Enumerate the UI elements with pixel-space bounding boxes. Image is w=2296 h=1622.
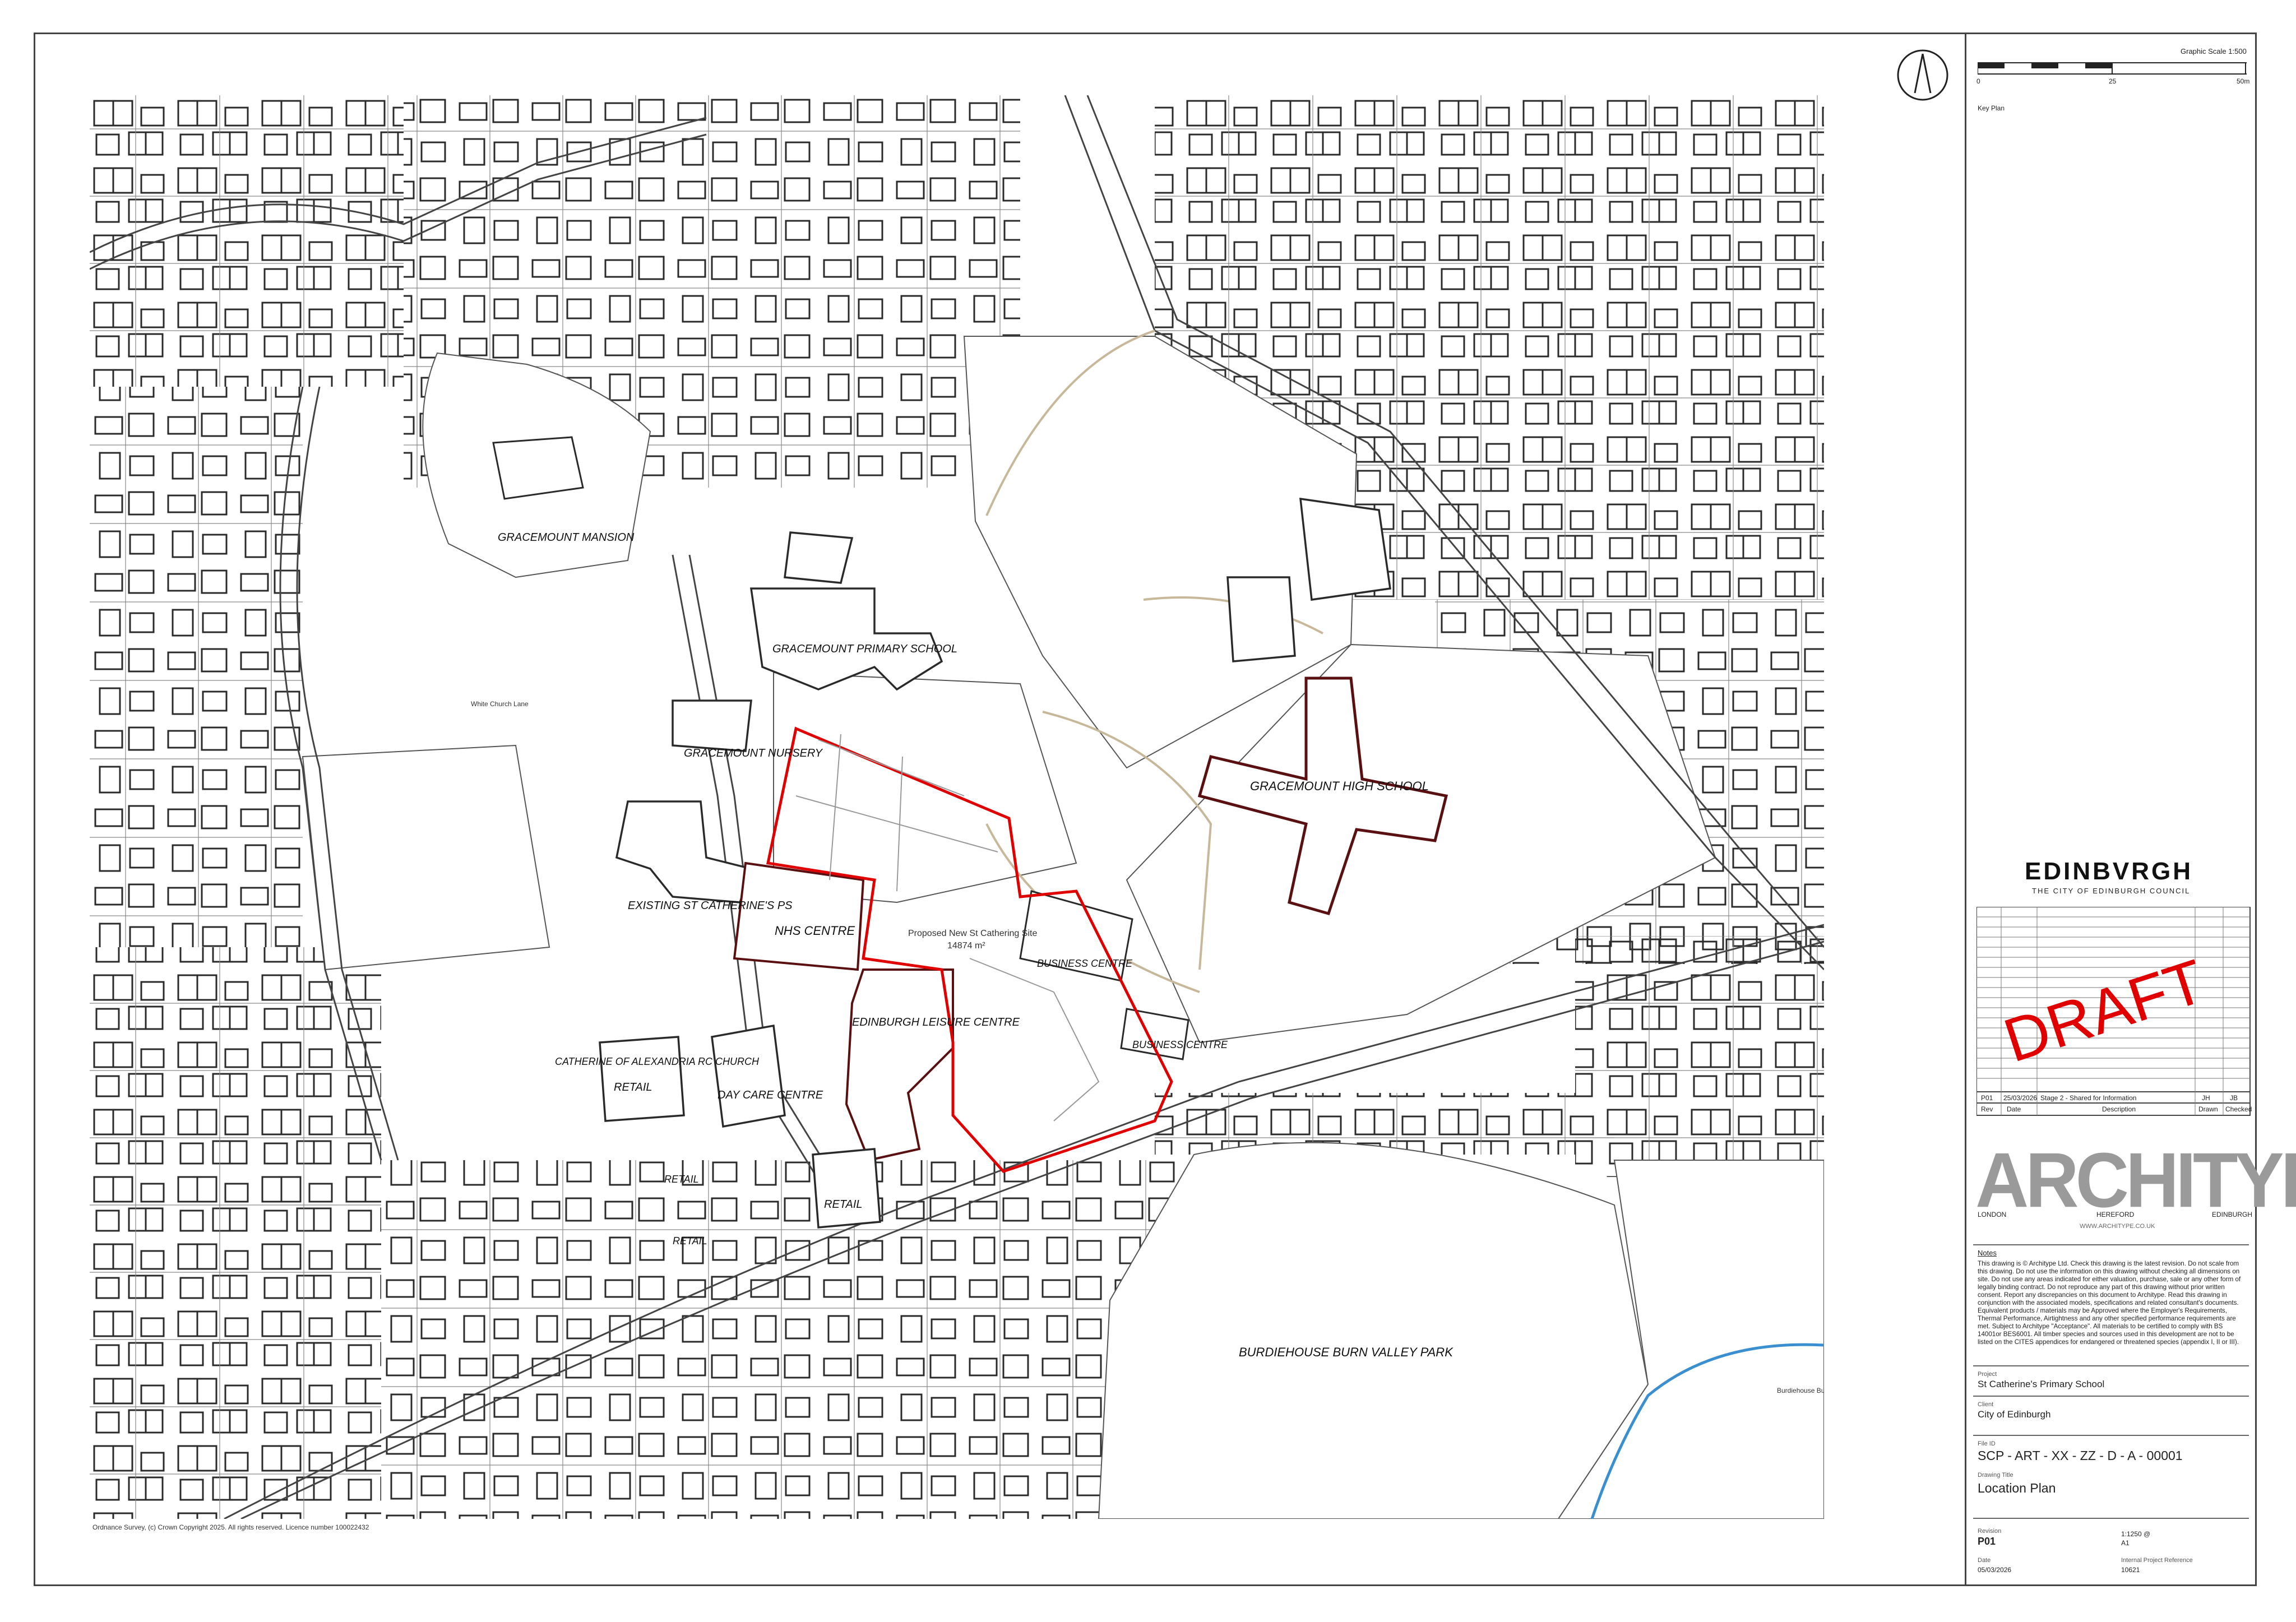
label-gracemount-high: GRACEMOUNT HIGH SCHOOL bbox=[1250, 779, 1429, 793]
date-caption: Date bbox=[1978, 1557, 1991, 1564]
divider bbox=[1973, 1518, 2249, 1519]
project-name: St Catherine's Primary School bbox=[1978, 1379, 2105, 1389]
north-arrow-icon bbox=[1895, 47, 1951, 106]
internal-ref-value: 10621 bbox=[2121, 1566, 2140, 1574]
notes-body: This drawing is © Architype Ltd. Check t… bbox=[1978, 1260, 2241, 1346]
architype-city-edinburgh: EDINBURGH bbox=[2212, 1211, 2253, 1218]
revision-row-date: 25/03/2026 bbox=[2003, 1094, 2038, 1102]
scale-tick-50: 50m bbox=[2237, 77, 2250, 85]
label-church: CATHERINE OF ALEXANDRIA RC CHURCH bbox=[555, 1056, 760, 1067]
internal-ref-caption: Internal Project Reference bbox=[2121, 1557, 2193, 1564]
scale-tick-25: 25 bbox=[2109, 77, 2117, 85]
nhs-centre-building bbox=[733, 861, 865, 971]
label-retail: RETAIL bbox=[673, 1235, 707, 1246]
label-gracemount-primary: GRACEMOUNT PRIMARY SCHOOL bbox=[772, 643, 957, 655]
architype-url: WWW.ARCHITYPE.CO.UK bbox=[2080, 1223, 2155, 1230]
copyright-notice: Ordnance Survey, (c) Crown Copyright 202… bbox=[92, 1523, 369, 1531]
revision-row-description: Stage 2 - Shared for Information bbox=[2040, 1094, 2137, 1102]
edinburgh-logo-subtitle: THE CITY OF EDINBURGH COUNCIL bbox=[2032, 887, 2191, 895]
label-day-care: DAY CARE CENTRE bbox=[718, 1089, 823, 1101]
revision-row-drawn: JH bbox=[2202, 1094, 2210, 1102]
label-retail: RETAIL bbox=[824, 1198, 863, 1211]
notes-title: Notes bbox=[1978, 1249, 1997, 1257]
graphic-scale-bar bbox=[1978, 62, 2247, 75]
client-name: City of Edinburgh bbox=[1978, 1409, 2051, 1420]
location-map: GRACEMOUNT MANSION GRACEMOUNT PRIMARY SC… bbox=[90, 95, 1824, 1519]
open-space-west bbox=[302, 744, 550, 971]
gracemount-primary-building bbox=[749, 531, 943, 691]
label-business-centre: BUSINESS CENTRE bbox=[1132, 1039, 1228, 1050]
label-gracemount-nursery: GRACEMOUNT NURSERY bbox=[684, 747, 823, 759]
label-existing-st-catherines: EXISTING ST CATHERINE'S PS bbox=[628, 900, 793, 912]
revision-row-checked: JB bbox=[2230, 1094, 2238, 1102]
leisure-centre-building bbox=[845, 968, 954, 1162]
revision-row-rev: P01 bbox=[1981, 1094, 1993, 1102]
label-white-church-lane: White Church Lane bbox=[471, 700, 529, 708]
file-id-caption: File ID bbox=[1978, 1440, 1996, 1447]
divider bbox=[1973, 1396, 2249, 1397]
label-burdiehouse-park: BURDIEHOUSE BURN VALLEY PARK bbox=[1239, 1345, 1453, 1359]
revision-header-date: Date bbox=[2007, 1105, 2021, 1113]
revision-value: P01 bbox=[1978, 1536, 1996, 1547]
label-retail: RETAIL bbox=[664, 1174, 699, 1185]
school-campus-area bbox=[773, 671, 1077, 903]
drawing-title: Location Plan bbox=[1978, 1481, 2056, 1495]
revision-header-checked: Checked bbox=[2225, 1105, 2252, 1113]
label-edinburgh-leisure: EDINBURGH LEISURE CENTRE bbox=[852, 1016, 1020, 1028]
title-block-panel bbox=[1965, 33, 2257, 1586]
revision-header-drawn: Drawn bbox=[2198, 1105, 2218, 1113]
label-nhs-centre: NHS CENTRE bbox=[775, 924, 855, 938]
label-gracemount-mansion: GRACEMOUNT MANSION bbox=[498, 531, 635, 544]
key-plan-label: Key Plan bbox=[1978, 104, 2005, 112]
scale-title: Graphic Scale 1:500 bbox=[2181, 47, 2247, 55]
scale-tick-0: 0 bbox=[1976, 77, 1980, 85]
sheet-size: A1 bbox=[2121, 1539, 2130, 1547]
label-site-area: 14874 m² bbox=[947, 941, 985, 951]
edinburgh-logo: EDINBVRGH bbox=[2025, 858, 2193, 885]
file-id: SCP - ART - XX - ZZ - D - A - 00001 bbox=[1978, 1448, 2183, 1463]
divider bbox=[1973, 1244, 2249, 1245]
architype-logo: ARCHITYPE bbox=[1975, 1137, 2296, 1224]
revision-header-description: Description bbox=[2102, 1105, 2136, 1113]
label-site-name: Proposed New St Cathering Site bbox=[908, 929, 1037, 938]
existing-st-catherines-building bbox=[615, 800, 753, 903]
revision-header-rev: Rev bbox=[1981, 1105, 1993, 1113]
architype-city-hereford: HEREFORD bbox=[2096, 1211, 2135, 1218]
label-retail: RETAIL bbox=[614, 1081, 652, 1093]
label-business-centre: BUSINESS CENTRE bbox=[1037, 958, 1133, 969]
divider bbox=[1973, 1365, 2249, 1366]
client-caption: Client bbox=[1978, 1401, 1994, 1408]
scale-value: 1:1250 @ bbox=[2121, 1530, 2151, 1538]
drawing-title-caption: Drawing Title bbox=[1978, 1472, 2013, 1479]
divider bbox=[1973, 1435, 2249, 1436]
date-value: 05/03/2026 bbox=[1978, 1566, 2012, 1574]
revision-caption: Revision bbox=[1978, 1528, 2002, 1535]
project-caption: Project bbox=[1978, 1371, 1997, 1378]
burdiehouse-park-area bbox=[1098, 1142, 1649, 1519]
architype-city-london: LONDON bbox=[1978, 1211, 2007, 1218]
label-burdiehouse-burn: Burdiehouse Burn bbox=[1777, 1387, 1824, 1394]
